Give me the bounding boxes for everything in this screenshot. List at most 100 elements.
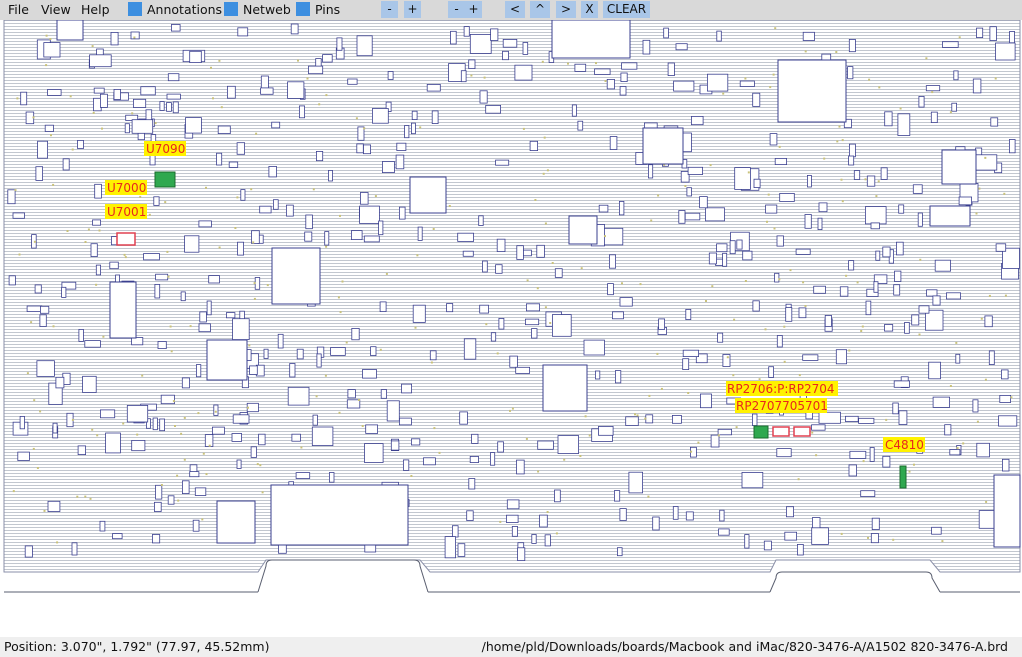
step-up-button[interactable]: +: [465, 1, 482, 18]
component-footprint: [498, 317, 505, 330]
via-pad: [87, 228, 90, 231]
component-footprint: [729, 240, 736, 255]
component-footprint: [386, 400, 400, 422]
component-footprint: [672, 506, 679, 520]
component-footprint: [490, 28, 499, 41]
component-footprint: [258, 433, 266, 446]
annotation-u7090[interactable]: U7090: [144, 141, 186, 156]
via-pad: [124, 256, 127, 259]
via-pad: [123, 253, 126, 256]
via-pad: [218, 246, 221, 249]
zoom-out-button[interactable]: -: [381, 1, 398, 18]
component-footprint: [468, 59, 476, 70]
pan-right-button[interactable]: >: [556, 1, 576, 18]
component-footprint: [24, 545, 33, 558]
menu-file[interactable]: File: [8, 2, 29, 17]
zoom-in-button[interactable]: +: [404, 1, 421, 18]
component-footprint: [873, 281, 879, 293]
component-footprint: [717, 428, 732, 436]
component-footprint: [232, 414, 250, 424]
via-pad: [747, 171, 750, 174]
component-footprint: [972, 78, 982, 94]
component-footprint: [410, 122, 416, 135]
component-footprint: [984, 315, 993, 328]
component-footprint: [502, 50, 509, 61]
via-pad: [33, 399, 36, 402]
component-footprint: [898, 410, 908, 425]
component-footprint: [785, 307, 793, 322]
via-pad: [247, 406, 249, 409]
component-footprint: [423, 457, 436, 466]
component-footprint: [869, 447, 875, 462]
component-footprint: [36, 360, 55, 377]
board-canvas[interactable]: U7090 U7000 U7001 RP2706:P:RP2704 RP2707…: [0, 20, 1022, 637]
pan-up-button[interactable]: ^: [530, 1, 550, 18]
component-footprint: [404, 125, 410, 139]
component-footprint: [471, 433, 479, 444]
via-pad: [141, 374, 144, 377]
via-pad: [32, 447, 35, 450]
annotation-c4810[interactable]: C4810: [883, 437, 925, 452]
component-footprint: [478, 215, 484, 226]
via-pad: [101, 127, 103, 130]
component-footprint: [213, 404, 219, 416]
component-footprint: [795, 248, 811, 255]
component-footprint: [495, 159, 510, 166]
via-pad: [892, 538, 895, 541]
via-pad: [485, 323, 488, 326]
component-footprint: [802, 354, 819, 361]
pan-left-button[interactable]: <: [505, 1, 525, 18]
component-footprint: [412, 304, 426, 323]
clear-button[interactable]: CLEAR: [603, 1, 650, 18]
component-footprint: [211, 426, 225, 435]
component-footprint: [356, 35, 373, 57]
via-pad: [306, 77, 309, 80]
component-footprint: [849, 143, 856, 158]
menu-view[interactable]: View: [41, 2, 71, 17]
netweb-checkbox[interactable]: [224, 2, 238, 16]
annotation-rp2706[interactable]: RP2706:P:RP2704: [726, 381, 838, 396]
component-footprint: [17, 451, 30, 461]
component-footprint: [236, 142, 246, 155]
annotation-u7001[interactable]: U7001: [105, 204, 147, 219]
component-footprint: [539, 514, 548, 528]
component-footprint: [324, 231, 330, 246]
component-footprint: [678, 210, 686, 224]
netweb-label[interactable]: Netweb: [243, 2, 291, 17]
component-footprint: [684, 212, 701, 221]
component-footprint: [925, 85, 941, 92]
via-pad: [848, 349, 851, 352]
component-footprint: [769, 133, 778, 146]
component-footprint: [739, 80, 755, 87]
component-footprint: [82, 375, 97, 393]
via-pad: [324, 374, 327, 377]
component-footprint: [752, 413, 758, 426]
via-pad: [176, 474, 179, 477]
via-pad: [318, 103, 321, 106]
close-button[interactable]: X: [581, 1, 598, 18]
annotation-u7000[interactable]: U7000: [105, 180, 147, 195]
annotations-label[interactable]: Annotations: [147, 2, 222, 17]
via-pad: [183, 416, 186, 419]
via-pad: [248, 344, 251, 347]
component-footprint: [380, 389, 388, 399]
component-footprint: [312, 414, 318, 426]
component-footprint: [226, 85, 236, 99]
annotation-rp2707[interactable]: RP2707705701: [735, 398, 828, 413]
component-footprint: [232, 318, 250, 341]
component-footprint: [875, 250, 881, 261]
component-footprint: [514, 64, 533, 81]
via-pad: [136, 433, 139, 436]
menu-help[interactable]: Help: [81, 2, 110, 17]
step-down-button[interactable]: -: [448, 1, 465, 18]
pins-checkbox[interactable]: [296, 2, 310, 16]
component-footprint: [497, 441, 504, 453]
component-footprint: [359, 192, 369, 205]
component-footprint: [571, 104, 577, 117]
component-footprint: [93, 87, 105, 94]
component-footprint: [848, 38, 856, 53]
via-pad: [183, 458, 186, 461]
annotations-checkbox[interactable]: [128, 2, 142, 16]
via-pad: [551, 262, 554, 264]
pins-label[interactable]: Pins: [315, 2, 340, 17]
